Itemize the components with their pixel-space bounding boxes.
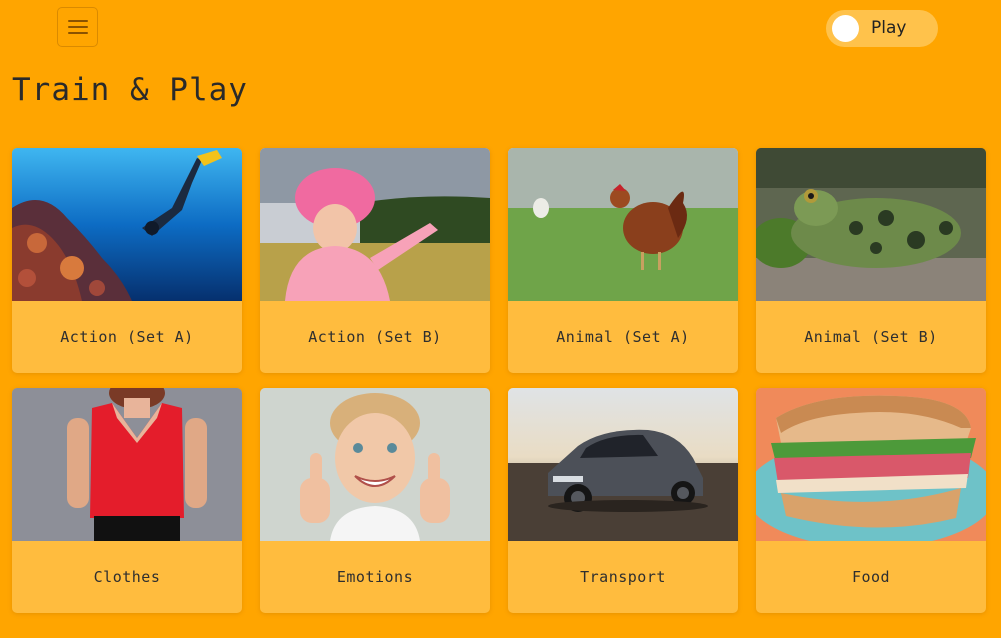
category-card-animal-set-b[interactable]: Animal (Set B)	[756, 148, 986, 373]
category-card-food[interactable]: Food	[756, 388, 986, 613]
category-label: Food	[851, 568, 891, 586]
toggle-knob	[832, 15, 859, 42]
category-image	[260, 388, 490, 541]
hamburger-icon	[67, 20, 88, 34]
category-card-clothes[interactable]: Clothes	[12, 388, 242, 613]
category-image	[12, 148, 242, 301]
category-card-action-set-a[interactable]: Action (Set A)	[12, 148, 242, 373]
category-image	[508, 148, 738, 301]
mode-toggle-label: Play	[871, 18, 907, 38]
category-label: Animal (Set A)	[556, 328, 690, 346]
category-label: Emotions	[336, 568, 414, 586]
menu-button[interactable]	[57, 7, 98, 47]
category-card-animal-set-a[interactable]: Animal (Set A)	[508, 148, 738, 373]
category-label: Clothes	[93, 568, 161, 586]
category-image	[756, 148, 986, 301]
category-image	[756, 388, 986, 541]
category-label: Action (Set B)	[308, 328, 442, 346]
category-image	[260, 148, 490, 301]
category-card-transport[interactable]: Transport	[508, 388, 738, 613]
category-label: Transport	[580, 568, 666, 586]
category-card-emotions[interactable]: Emotions	[260, 388, 490, 613]
category-image	[12, 388, 242, 541]
mode-toggle[interactable]: Play	[826, 10, 938, 47]
category-card-action-set-b[interactable]: Action (Set B)	[260, 148, 490, 373]
page-title: Train & Play	[12, 72, 248, 108]
category-label: Animal (Set B)	[804, 328, 938, 346]
category-grid: Action (Set A) Action (Set B) Animal (Se…	[12, 148, 986, 613]
category-label: Action (Set A)	[60, 328, 194, 346]
category-image	[508, 388, 738, 541]
